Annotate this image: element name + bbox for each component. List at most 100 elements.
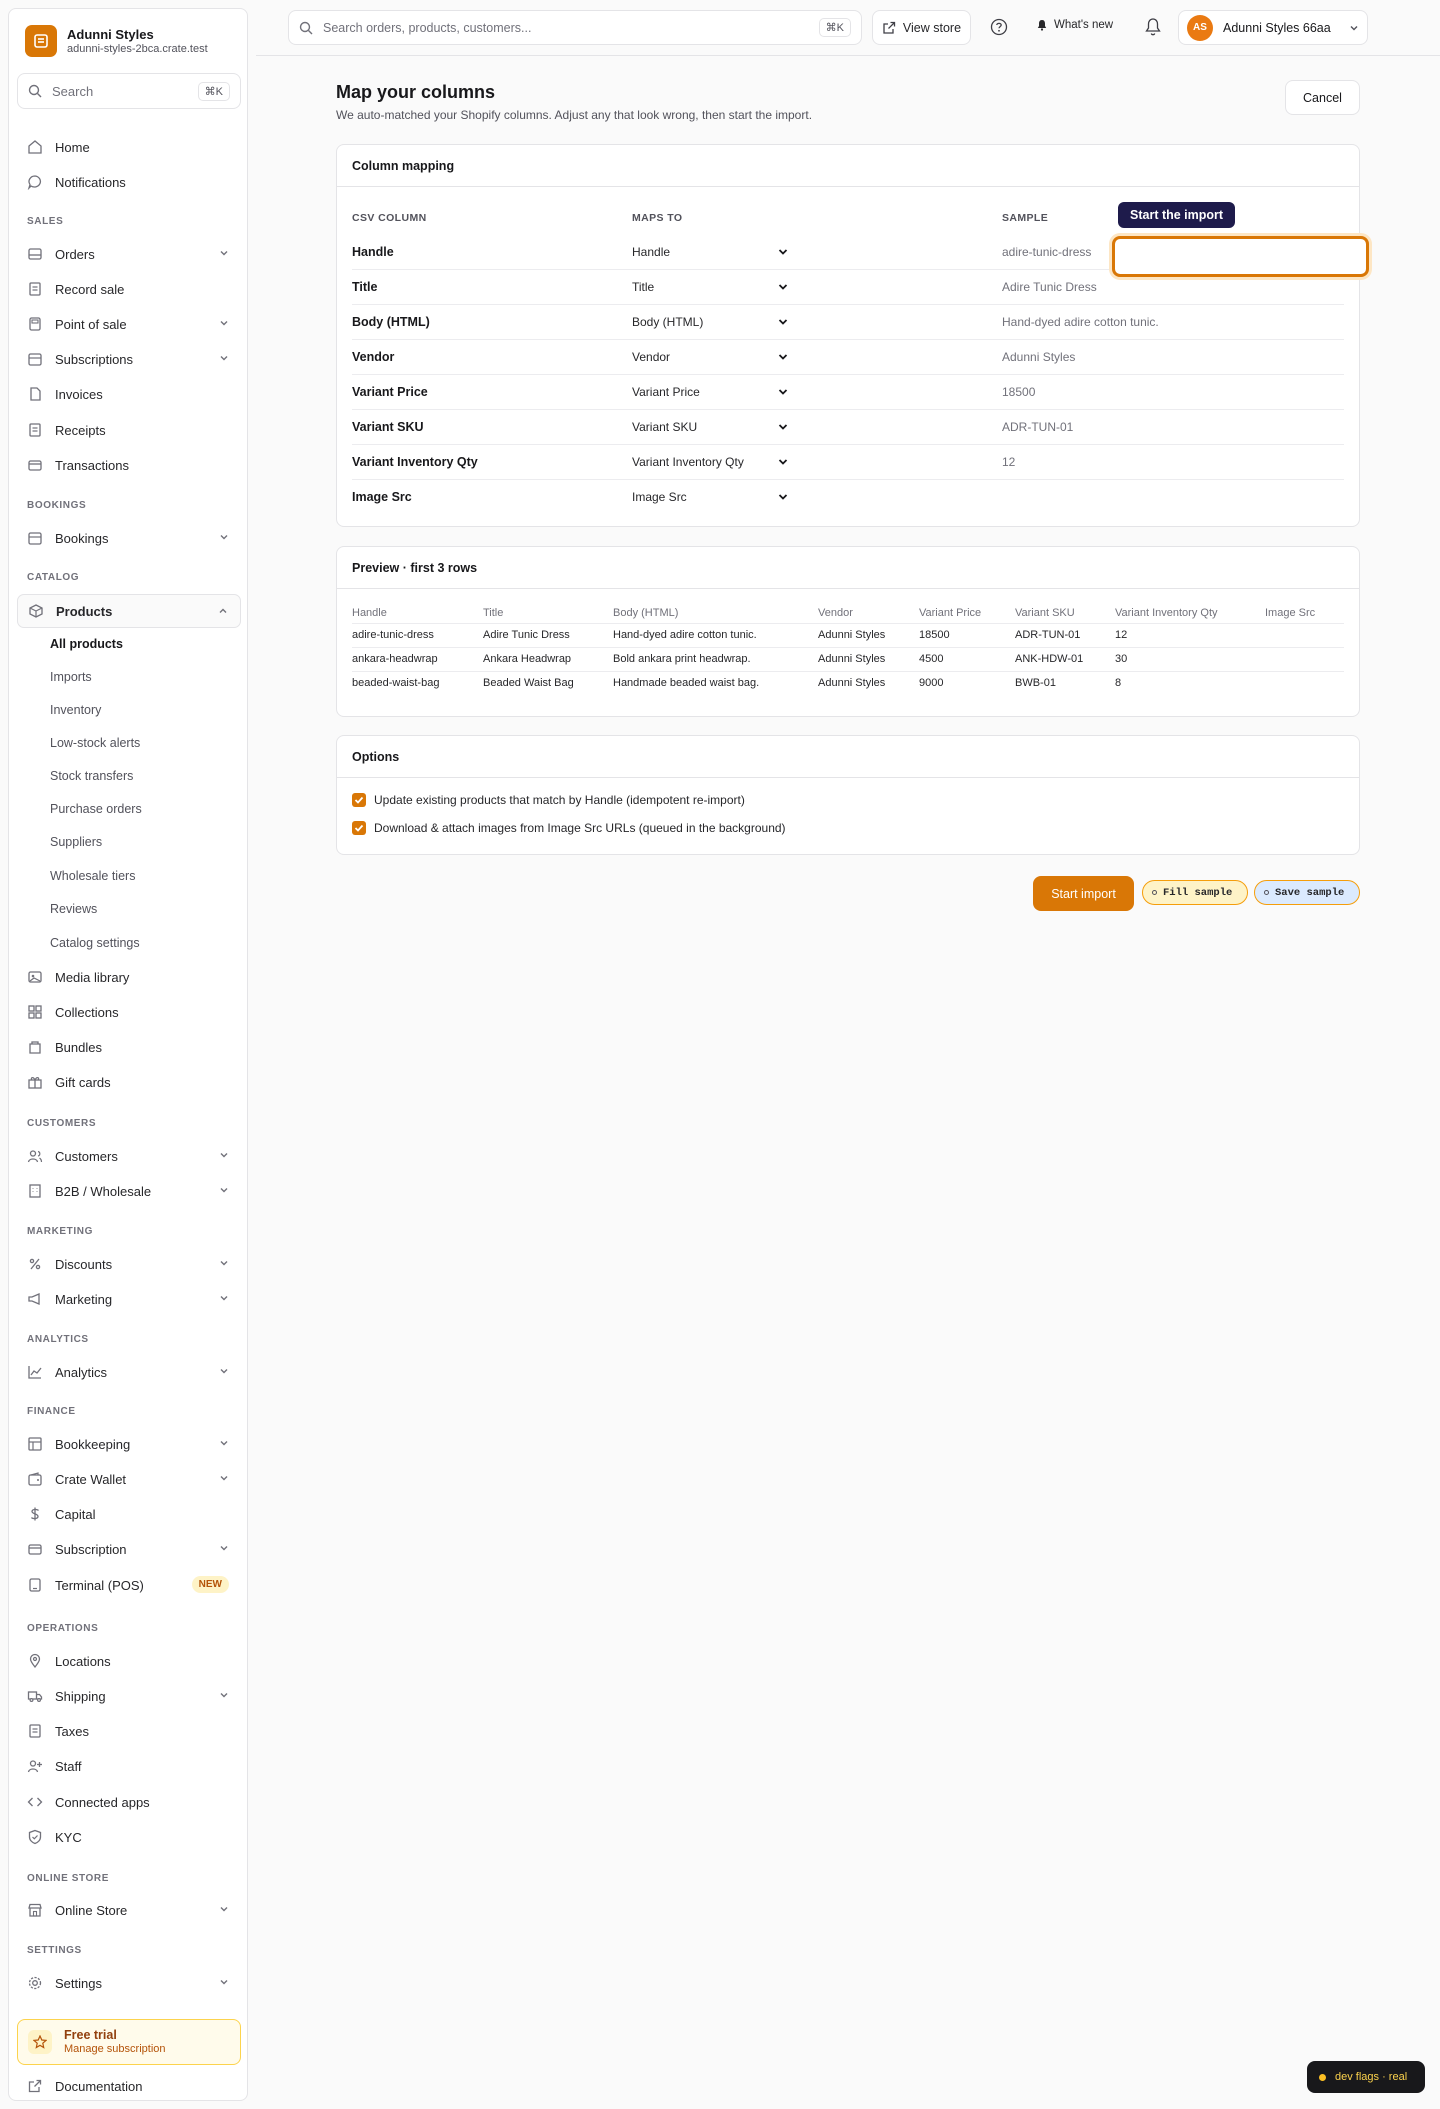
mapping-row: Variant Inventory Qty Variant Inventory … bbox=[352, 445, 1344, 480]
sidebar-item-transactions[interactable]: Transactions bbox=[17, 450, 241, 480]
sidebar-subitem-imports[interactable]: Imports bbox=[50, 670, 92, 684]
notifications-bell-icon[interactable] bbox=[1144, 17, 1162, 37]
sidebar-item-online-store[interactable]: Online Store bbox=[17, 1895, 241, 1925]
sidebar-subitem-catalog-settings[interactable]: Catalog settings bbox=[50, 936, 140, 950]
maps-to-select[interactable]: Title bbox=[628, 274, 790, 300]
sidebar-subitem-purchase-orders[interactable]: Purchase orders bbox=[50, 802, 142, 816]
sidebar-item-label: Invoices bbox=[55, 386, 103, 402]
sidebar-item-marketing[interactable]: Marketing bbox=[17, 1284, 241, 1314]
sidebar-item-crate-wallet[interactable]: Crate Wallet bbox=[17, 1464, 241, 1494]
receipt-icon bbox=[27, 422, 43, 438]
sidebar-item-discounts[interactable]: Discounts bbox=[17, 1249, 241, 1279]
maps-to-select[interactable]: Variant SKU bbox=[628, 414, 790, 440]
chevron-down-icon bbox=[220, 1261, 228, 1266]
sidebar-item-label: Marketing bbox=[55, 1291, 113, 1307]
chevron-down-icon bbox=[220, 356, 228, 361]
sidebar-item-label: Staff bbox=[55, 1758, 82, 1774]
sidebar-item-bundles[interactable]: Bundles bbox=[17, 1032, 241, 1062]
sidebar-item-label: Home bbox=[55, 139, 90, 155]
store-switcher[interactable]: Adunni Styles adunni-styles-2bca.crate.t… bbox=[25, 25, 208, 57]
sidebar-item-b2b-wholesale[interactable]: B2B / Wholesale bbox=[17, 1176, 241, 1206]
sidebar-item-collections[interactable]: Collections bbox=[17, 997, 241, 1027]
store-name: Adunni Styles bbox=[67, 26, 154, 42]
sidebar-search[interactable]: Search ⌘K bbox=[17, 73, 241, 109]
global-search-placeholder: Search orders, products, customers... bbox=[323, 20, 532, 35]
sidebar-item-customers[interactable]: Customers bbox=[17, 1141, 241, 1171]
global-search-input[interactable]: Search orders, products, customers... ⌘K bbox=[288, 10, 862, 45]
maps-to-value: Title bbox=[632, 280, 655, 294]
free-trial-banner[interactable]: Free trial Manage subscription bbox=[17, 2019, 241, 2065]
sidebar-item-record-sale[interactable]: Record sale bbox=[17, 274, 241, 304]
sidebar-item-invoices[interactable]: Invoices bbox=[17, 379, 241, 409]
start-import-tooltip: Start the import bbox=[1118, 202, 1236, 228]
section-label-marketing: MARKETING bbox=[27, 1226, 93, 1237]
preview-col-header: Title bbox=[483, 606, 504, 619]
sidebar-item-label: Bundles bbox=[55, 1039, 102, 1055]
help-icon[interactable] bbox=[990, 18, 1008, 36]
sidebar-subitem-suppliers[interactable]: Suppliers bbox=[50, 835, 102, 849]
maps-to-select[interactable]: Variant Inventory Qty bbox=[628, 449, 790, 475]
whats-new-button[interactable]: What's new bbox=[1036, 19, 1113, 31]
sidebar-item-terminal-pos[interactable]: Terminal (POS) NEW bbox=[17, 1570, 241, 1600]
view-store-button[interactable]: View store bbox=[872, 10, 971, 45]
sidebar-item-home[interactable]: Home bbox=[17, 132, 241, 162]
sidebar-item-connected-apps[interactable]: Connected apps bbox=[17, 1787, 241, 1817]
sidebar-subitem-low-stock-alerts[interactable]: Low-stock alerts bbox=[50, 736, 140, 750]
save-sample-button[interactable]: Save sample bbox=[1254, 880, 1360, 905]
sidebar-item-analytics[interactable]: Analytics bbox=[17, 1357, 241, 1387]
sidebar-item-shipping[interactable]: Shipping bbox=[17, 1681, 241, 1711]
sidebar-item-receipts[interactable]: Receipts bbox=[17, 415, 241, 445]
sidebar-item-subscriptions[interactable]: Subscriptions bbox=[17, 344, 241, 374]
account-menu[interactable]: AS Adunni Styles 66aa bbox=[1178, 10, 1368, 45]
sidebar-item-bookings[interactable]: Bookings bbox=[17, 523, 241, 553]
maps-to-select[interactable]: Variant Price bbox=[628, 379, 790, 405]
maps-to-select[interactable]: Body (HTML) bbox=[628, 309, 790, 335]
download-images-checkbox[interactable]: Download & attach images from Image Src … bbox=[352, 821, 786, 835]
dev-flags-badge[interactable]: dev flags · real bbox=[1307, 2061, 1425, 2093]
credit-card-icon bbox=[27, 1541, 43, 1557]
cancel-button[interactable]: Cancel bbox=[1285, 80, 1360, 115]
sidebar-item-gift-cards[interactable]: Gift cards bbox=[17, 1067, 241, 1097]
checkbox-checked-icon[interactable] bbox=[352, 793, 366, 807]
free-trial-title: Free trial bbox=[64, 2028, 117, 2042]
sidebar-item-settings[interactable]: Settings bbox=[17, 1968, 241, 1998]
table-cell: 18500 bbox=[919, 622, 1015, 647]
update-existing-checkbox[interactable]: Update existing products that match by H… bbox=[352, 793, 745, 807]
sidebar-item-documentation[interactable]: Documentation bbox=[17, 2071, 241, 2101]
sidebar-item-staff[interactable]: Staff bbox=[17, 1751, 241, 1781]
sidebar-item-capital[interactable]: Capital bbox=[17, 1499, 241, 1529]
sidebar-subitem-reviews[interactable]: Reviews bbox=[50, 902, 97, 916]
calculator-icon bbox=[27, 316, 43, 332]
highlighted-target-box[interactable] bbox=[1112, 236, 1369, 277]
sidebar-item-products[interactable]: Products bbox=[17, 594, 241, 628]
sidebar-item-point-of-sale[interactable]: Point of sale bbox=[17, 309, 241, 339]
box-icon bbox=[28, 603, 44, 619]
sidebar-subitem-inventory[interactable]: Inventory bbox=[50, 703, 101, 717]
checkbox-checked-icon[interactable] bbox=[352, 821, 366, 835]
top-bar: Search orders, products, customers... ⌘K… bbox=[256, 0, 1440, 56]
sidebar-item-subscription[interactable]: Subscription bbox=[17, 1534, 241, 1564]
sidebar-item-bookkeeping[interactable]: Bookkeeping bbox=[17, 1429, 241, 1459]
manage-subscription-link[interactable]: Manage subscription bbox=[64, 2043, 166, 2056]
maps-to-select[interactable]: Vendor bbox=[628, 344, 790, 370]
sidebar-subitem-wholesale-tiers[interactable]: Wholesale tiers bbox=[50, 869, 135, 883]
store-icon bbox=[27, 1902, 43, 1918]
preview-table: Handle Title Body (HTML) Vendor Variant … bbox=[352, 603, 1344, 695]
fill-sample-button[interactable]: Fill sample bbox=[1142, 880, 1248, 905]
sidebar-item-taxes[interactable]: Taxes bbox=[17, 1716, 241, 1746]
sidebar-subitem-all-products[interactable]: All products bbox=[50, 637, 123, 651]
sidebar-search-placeholder: Search bbox=[52, 83, 94, 99]
sidebar-item-media-library[interactable]: Media library bbox=[17, 962, 241, 992]
maps-to-select[interactable]: Handle bbox=[628, 239, 790, 265]
sidebar-item-locations[interactable]: Locations bbox=[17, 1646, 241, 1676]
sidebar-item-notifications[interactable]: Notifications bbox=[17, 167, 241, 197]
chart-line-icon bbox=[27, 1364, 43, 1380]
home-icon bbox=[27, 139, 43, 155]
receipt-icon bbox=[27, 281, 43, 297]
sidebar-item-orders[interactable]: Orders bbox=[17, 239, 241, 269]
sidebar-subitem-stock-transfers[interactable]: Stock transfers bbox=[50, 769, 133, 783]
file-icon bbox=[27, 386, 43, 402]
sidebar-item-kyc[interactable]: KYC bbox=[17, 1822, 241, 1852]
maps-to-select[interactable]: Image Src bbox=[628, 484, 790, 510]
start-import-button[interactable]: Start import bbox=[1033, 876, 1134, 911]
